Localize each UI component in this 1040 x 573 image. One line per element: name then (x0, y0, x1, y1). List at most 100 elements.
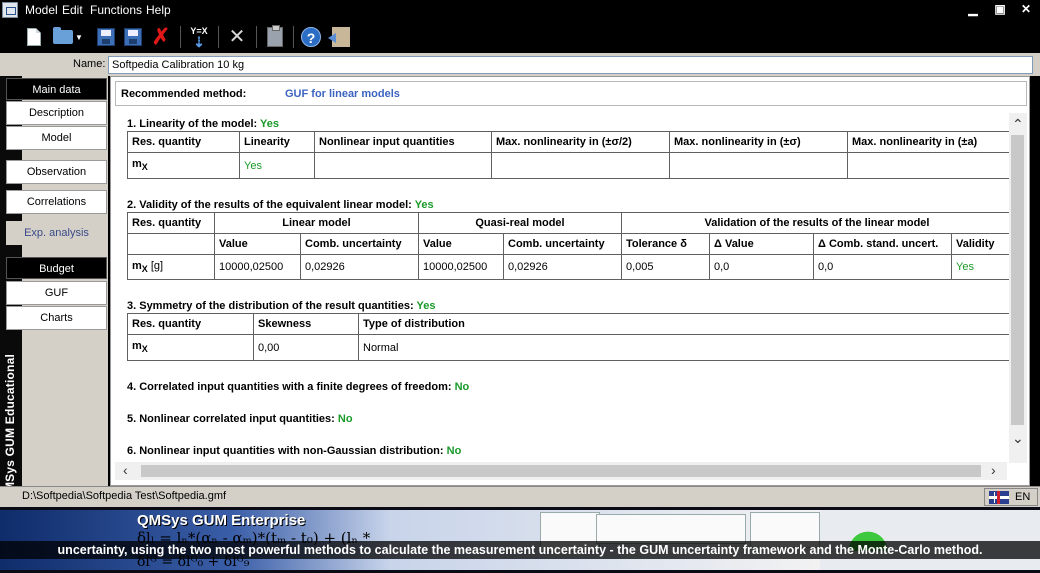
section-validity-title: 2. Validity of the results of the equiva… (127, 199, 434, 211)
vertical-scrollbar[interactable]: ⌃ ⌄ (1009, 113, 1027, 463)
save-as-icon[interactable] (120, 24, 146, 50)
result-quantity: mX [g] (127, 254, 215, 280)
scroll-left-icon[interactable]: ‹ (123, 463, 128, 477)
nav-observation[interactable]: Observation (6, 160, 107, 184)
section-symmetry-result: Yes (416, 300, 436, 312)
tools-icon[interactable]: ✕ (224, 24, 250, 50)
delta-value: 0,0 (709, 254, 814, 280)
header-comb-uncertainty: Comb. uncertainty (300, 233, 419, 255)
scroll-right-icon[interactable]: › (991, 463, 996, 477)
header-linear-model: Linear model (214, 212, 419, 234)
vertical-scroll-thumb[interactable] (1011, 135, 1024, 425)
table-group-header-row: Res. quantity Linear model Quasi-real mo… (127, 212, 1013, 234)
header-distribution-type: Type of distribution (358, 313, 1013, 335)
toolbar-separator (256, 26, 257, 48)
header-comb-uncertainty: Comb. uncertainty (503, 233, 622, 255)
recommended-method-value: GUF for linear models (285, 88, 400, 100)
header-res-quantity: Res. quantity (127, 313, 254, 335)
chevron-down-icon[interactable]: ▼ (72, 24, 86, 50)
linear-comb-uncertainty: 0,02926 (300, 254, 419, 280)
quasi-real-value: 10000,02500 (418, 254, 504, 280)
toolbar-separator (180, 26, 181, 48)
section-non-gaussian-result: No (446, 445, 462, 457)
table-cell (669, 152, 848, 179)
language-selector[interactable]: EN (984, 488, 1038, 506)
section-linearity-title: 1. Linearity of the model: Yes (127, 118, 280, 130)
table-cell (314, 152, 492, 179)
toolbar-separator (293, 26, 294, 48)
horizontal-scrollbar[interactable]: ‹ › (115, 462, 1007, 480)
header-nonlinear-inputs: Nonlinear input quantities (314, 131, 492, 153)
table-header-row: Res. quantity Linearity Nonlinear input … (127, 131, 1013, 153)
nav-exp-analysis[interactable]: Exp. analysis (6, 221, 107, 245)
skewness-value: 0,00 (253, 334, 359, 361)
nav-model[interactable]: Model (6, 126, 107, 150)
tolerance-value: 0,005 (621, 254, 710, 280)
header-res-quantity: Res. quantity (127, 212, 215, 234)
header-delta-comb-uncert: Δ Comb. stand. uncert. (813, 233, 952, 255)
table-cell (491, 152, 670, 179)
header-max-nonlinearity-half-sigma: Max. nonlinearity in (±σ/2) (491, 131, 670, 153)
promo-banner: QMSys GUM Enterprise δlₗ = lₙ*(αₙ - αₘ)*… (0, 507, 1040, 573)
header-value: Value (418, 233, 504, 255)
header-delta-value: Δ Value (709, 233, 814, 255)
exit-icon[interactable] (328, 24, 354, 50)
menu-model[interactable]: Model (25, 3, 58, 17)
toolbar-separator (218, 26, 219, 48)
menu-edit[interactable]: Edit (62, 3, 83, 17)
result-quantity: mX (127, 334, 254, 361)
status-bar: D:\Softpedia\Softpedia Test\Softpedia.gm… (0, 486, 1040, 507)
restore-icon[interactable]: ▣ (993, 3, 1007, 16)
linear-value: 10000,02500 (214, 254, 301, 280)
validity-value: Yes (951, 254, 1013, 280)
file-path: D:\Softpedia\Softpedia Test\Softpedia.gm… (22, 490, 227, 502)
nav-description[interactable]: Description (6, 101, 107, 125)
nav-guf[interactable]: GUF (6, 281, 107, 305)
recommended-method-bar: Recommended method: GUF for linear model… (115, 81, 1027, 106)
symmetry-table: Res. quantity Skewness Type of distribut… (127, 313, 1013, 361)
analysis-panel: Recommended method: GUF for linear model… (110, 76, 1030, 486)
menu-functions[interactable]: Functions (90, 3, 142, 17)
table-row: mX Yes (127, 152, 1013, 179)
name-row: Name: Softpedia Calibration 10 kg (0, 53, 1040, 76)
toolbar: ▼ ✗ Y=X ⇣ ✕ ? (0, 21, 1040, 53)
result-quantity: mX (127, 152, 240, 179)
table-cell (127, 233, 215, 255)
table-header-row: Value Comb. uncertainty Value Comb. unce… (127, 233, 1013, 255)
scroll-up-icon[interactable]: ⌃ (1012, 117, 1024, 131)
validity-table: Res. quantity Linear model Quasi-real mo… (127, 212, 1013, 280)
banner-screenshots (390, 510, 820, 570)
nav-main-data[interactable]: Main data (6, 78, 107, 100)
header-value: Value (214, 233, 301, 255)
name-input[interactable]: Softpedia Calibration 10 kg (108, 56, 1033, 74)
horizontal-scroll-thumb[interactable] (141, 465, 981, 477)
header-validity: Validity (951, 233, 1013, 255)
menu-help[interactable]: Help (146, 3, 171, 17)
linearity-value: Yes (239, 152, 315, 179)
clipboard-icon[interactable] (262, 24, 288, 50)
nav-budget[interactable]: Budget (6, 257, 107, 279)
left-navigation: QMSys GUM Educational Main data Descript… (0, 76, 108, 506)
minimize-icon[interactable]: ▁ (966, 3, 980, 16)
linearity-table: Res. quantity Linearity Nonlinear input … (127, 131, 1013, 179)
save-icon[interactable] (93, 24, 119, 50)
help-icon[interactable]: ? (298, 24, 324, 50)
section-correlated-inputs-result: No (454, 381, 470, 393)
nav-correlations[interactable]: Correlations (6, 190, 107, 214)
header-max-nonlinearity-a: Max. nonlinearity in (±a) (847, 131, 1013, 153)
analysis-content: 1. Linearity of the model: Yes Res. quan… (125, 113, 1015, 463)
section-nonlinear-correlated-result: No (337, 413, 353, 425)
table-header-row: Res. quantity Skewness Type of distribut… (127, 313, 1013, 335)
scroll-down-icon[interactable]: ⌄ (1012, 431, 1024, 445)
delete-icon[interactable]: ✗ (148, 24, 174, 50)
recommended-method-label: Recommended method: (121, 88, 247, 100)
section-validity-result: Yes (414, 199, 434, 211)
header-linearity: Linearity (239, 131, 315, 153)
nav-charts[interactable]: Charts (6, 306, 107, 330)
new-document-icon[interactable] (21, 24, 47, 50)
app-icon (2, 2, 18, 18)
yx-function-icon[interactable]: Y=X ⇣ (186, 24, 212, 50)
section-non-gaussian-title: 6. Nonlinear input quantities with non-G… (127, 445, 462, 457)
close-icon[interactable]: ✕ (1019, 3, 1033, 16)
language-label: EN (1015, 491, 1031, 503)
